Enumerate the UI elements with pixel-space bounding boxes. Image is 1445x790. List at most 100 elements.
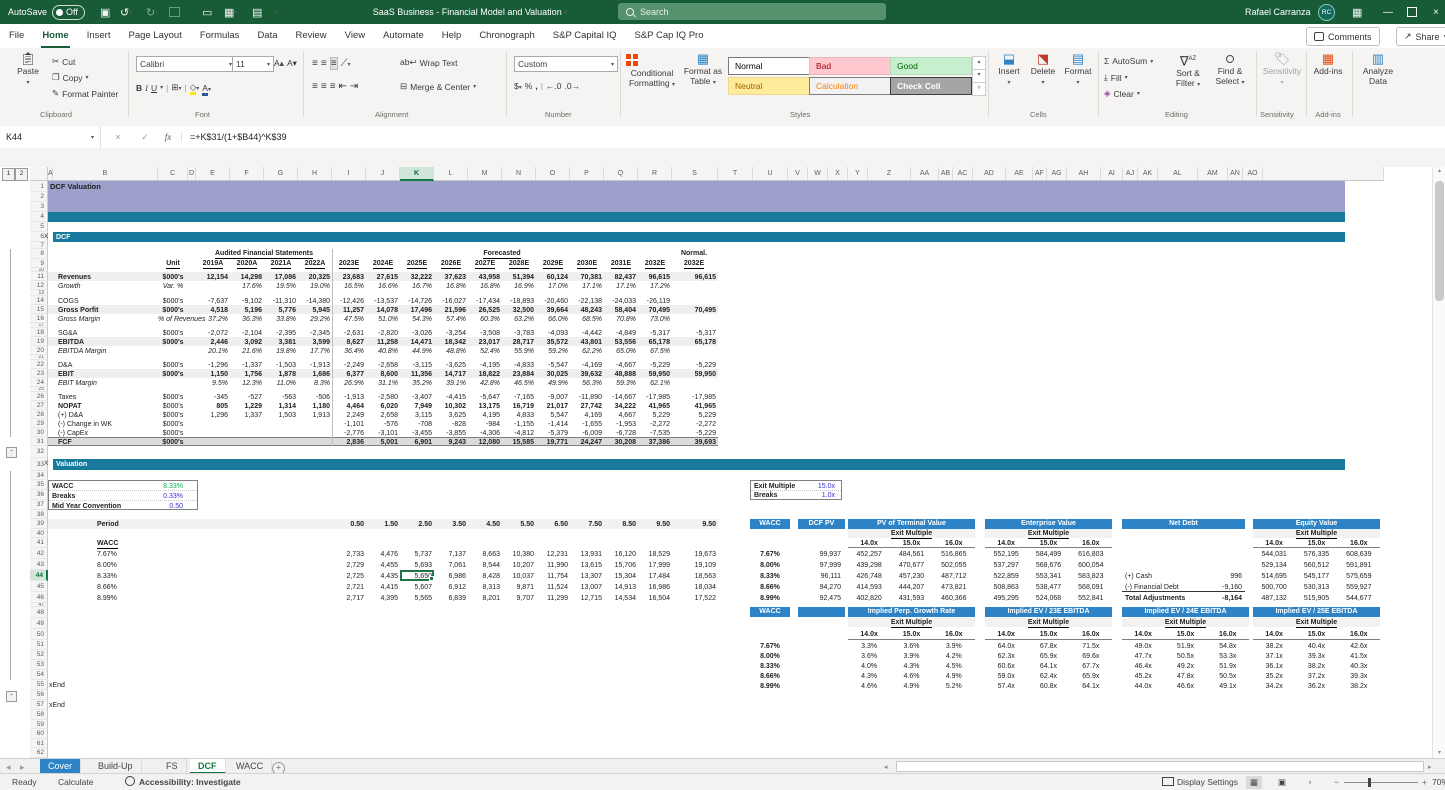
outline-level-2-button[interactable]: 2 [15,168,28,181]
value-cell[interactable]: 1,296 [196,412,228,419]
period-value[interactable]: 4.50 [468,521,500,528]
bold-button[interactable]: B [136,83,142,93]
tab-file[interactable]: File [0,24,33,48]
enterprise-value-value[interactable]: 522,859 [985,573,1027,580]
value-cell[interactable]: 60,124 [536,274,568,281]
value-cell[interactable]: 7,949 [400,403,432,410]
pv-terminal-value[interactable]: 470,677 [890,562,932,569]
implied-ev-23e-value[interactable]: 57.4x [985,683,1027,690]
sens-value[interactable]: 8,201 [468,595,500,602]
value-cell[interactable]: 63.2% [502,316,534,323]
value-cell[interactable]: 70,495 [672,307,716,314]
tab-page-layout[interactable]: Page Layout [119,24,190,48]
cell-style-check-cell[interactable]: Check Cell [890,77,972,95]
sens-value[interactable]: 4,435 [366,573,398,580]
search-input[interactable]: Search [618,3,886,20]
value-cell[interactable]: 47.5% [332,316,364,323]
value-cell[interactable]: 24,247 [570,439,602,446]
value-cell[interactable]: 17,496 [400,307,432,314]
comments-button[interactable]: Comments [1306,27,1380,46]
period-value[interactable]: 3.50 [434,521,466,528]
value-cell[interactable]: 32,500 [502,307,534,314]
value-cell[interactable]: -3,026 [400,330,432,337]
column-header-C[interactable]: C [158,167,188,181]
implied-pgr-value[interactable]: 4.3% [848,673,890,680]
pv-terminal-value[interactable]: 431,593 [890,595,932,602]
row-header-11[interactable]: 11 [30,272,48,281]
implied-ev-25e-value[interactable]: 40.4x [1295,643,1337,650]
value-cell[interactable]: -5,379 [536,430,568,437]
year-header-2032E[interactable]: 2032E [638,260,672,269]
sens-value[interactable]: 5,693 [400,562,432,569]
row-header-41[interactable]: 41 [30,538,48,548]
increase-indent-icon[interactable]: ⇥ [350,81,358,92]
wacc-row-label[interactable]: 8.99% [750,595,790,602]
period-value[interactable]: 9.50 [638,521,670,528]
row-label[interactable]: Taxes [58,394,158,401]
value-cell[interactable]: 3,381 [264,339,296,346]
implied-ev-24e-value[interactable]: 47.8x [1164,673,1206,680]
implied-ev-24e-value[interactable]: 49.2x [1164,663,1206,670]
implied-pgr-value[interactable]: 3.6% [848,653,890,660]
equity-value-col-head[interactable]: 15.0x [1295,540,1337,547]
value-cell[interactable]: 30,208 [604,439,636,446]
implied-ev-25e-value[interactable]: 39.3x [1338,673,1380,680]
value-cell[interactable]: -5,229 [672,430,716,437]
row-header-14[interactable]: 14 [30,296,48,305]
equity-value-value[interactable]: 515,905 [1295,595,1337,602]
value-cell[interactable]: 39,632 [570,371,602,378]
implied-pgr-value[interactable]: 4.9% [933,673,975,680]
implied-ev-24e-value[interactable]: 45.2x [1122,673,1164,680]
value-cell[interactable]: -576 [366,421,398,428]
value-cell[interactable]: -3,783 [502,330,534,337]
value-cell[interactable]: 1,756 [230,371,262,378]
wacc-row-label[interactable]: 8.33% [750,573,790,580]
value-cell[interactable]: -5,647 [468,394,500,401]
row-header-62[interactable]: 62 [30,748,48,758]
column-header-AA[interactable]: AA [911,167,939,181]
autosave-toggle[interactable]: Off [52,5,85,20]
value-cell[interactable]: -563 [264,394,296,401]
period-value[interactable]: 7.50 [570,521,602,528]
scroll-up-icon[interactable]: ▴ [1433,167,1445,174]
value-cell[interactable]: 2,658 [366,412,398,419]
equity-value-value[interactable]: 530,313 [1295,584,1337,591]
tab-data[interactable]: Data [248,24,286,48]
value-cell[interactable]: -4,169 [570,362,602,369]
row-header-42[interactable]: 42 [30,548,48,559]
sens-value[interactable]: 8,663 [468,551,500,558]
column-header-AO[interactable]: AO [1243,167,1263,181]
sheet-tab-build-up[interactable]: Build-Up [90,759,142,774]
sens-value[interactable]: 17,999 [638,562,670,569]
page-break-view-button[interactable]: ▫ [1302,776,1318,789]
equity-value-value[interactable]: 576,335 [1295,551,1337,558]
value-cell[interactable]: -3,115 [400,362,432,369]
row-unit[interactable]: $000's [158,371,188,378]
wacc-row-label-2[interactable]: 8.66% [750,673,790,680]
pv-terminal-value[interactable]: 473,821 [933,584,975,591]
equity-value-value[interactable]: 545,177 [1295,573,1337,580]
value-cell[interactable]: 41,965 [638,403,670,410]
value-cell[interactable]: 4,667 [604,412,636,419]
column-header-J[interactable]: J [366,167,400,181]
share-button[interactable]: ↗Share▾ [1396,27,1445,46]
value-cell[interactable]: -5,229 [672,362,716,369]
style-gallery-scroll-icon[interactable]: ▴ [972,56,986,70]
value-cell[interactable]: -2,104 [230,330,262,337]
row-label[interactable]: Gross Margin [58,316,158,323]
sens-value[interactable]: 8,544 [468,562,500,569]
value-cell[interactable]: 48,888 [604,371,636,378]
tab-automate[interactable]: Automate [374,24,433,48]
row-header-8[interactable]: 8 [30,249,48,259]
value-cell[interactable]: 1,878 [264,371,296,378]
align-bottom-icon[interactable]: ≡ [330,57,338,70]
row-header-48[interactable]: 48 [30,607,48,618]
sens-value[interactable]: 11,299 [536,595,568,602]
enterprise-value-value[interactable]: 524,068 [1027,595,1069,602]
conditional-formatting-button[interactable]: Conditional Formatting ▾ [626,54,678,90]
row-header-19[interactable]: 19 [30,337,48,346]
row-header-16[interactable]: 16 [30,314,48,323]
implied-pgr-col-head[interactable]: 16.0x [933,631,975,638]
value-cell[interactable]: 36.3% [230,316,262,323]
value-cell[interactable]: 20.1% [196,348,228,355]
